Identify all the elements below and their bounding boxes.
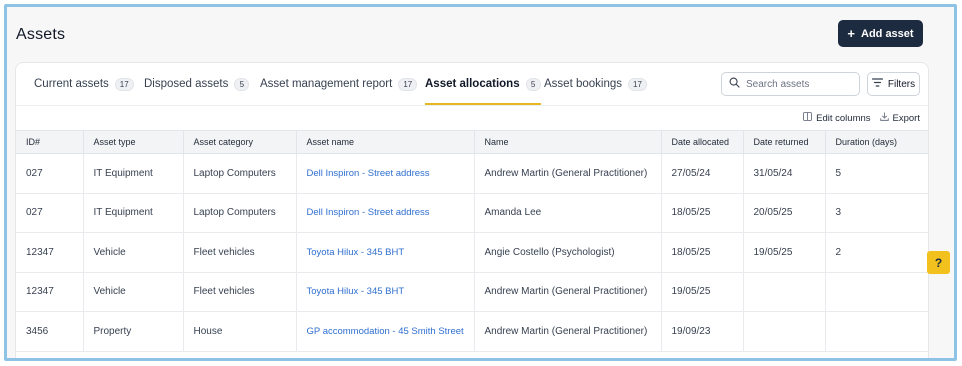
cell-date-allocated: 18/05/25 (661, 232, 744, 273)
cell-asset-category: Laptop Computers (183, 153, 297, 194)
tab-label: Disposed assets (144, 78, 229, 90)
edit-columns-label: Edit columns (816, 112, 871, 124)
column-header-name[interactable]: Name (474, 130, 662, 154)
asset-name-link[interactable]: Dell Inspiron - Street address (296, 193, 475, 233)
cell-date-returned: 31/05/24 (743, 153, 826, 194)
asset-name-link[interactable]: Toyota Hilux - 345 BHT (296, 232, 475, 273)
tab-asset-allocations[interactable]: Asset allocations 5 (425, 63, 541, 105)
cell-id: 12347 (16, 232, 84, 273)
cell-date-allocated: 27/05/24 (661, 153, 744, 194)
cell-name: Amanda Lee (474, 193, 662, 233)
download-icon (879, 112, 889, 124)
cell-name: Andrew Martin (General Practitioner) (474, 311, 662, 352)
cell-asset-category: Laptop Computers (183, 193, 297, 233)
export-button[interactable]: Export (879, 112, 920, 124)
table-row[interactable]: 12347 Vehicle Fleet vehicles Toyota Hilu… (16, 232, 928, 273)
cell-date-allocated: 18/05/25 (661, 193, 744, 233)
cell-date-returned (743, 272, 826, 312)
tab-label: Asset allocations (425, 78, 520, 90)
cell-asset-type: Vehicle (83, 232, 184, 273)
tab-label: Asset bookings (544, 78, 622, 90)
table-row[interactable]: 027 IT Equipment Laptop Computers Dell I… (16, 193, 928, 233)
cell-name: Angie Costello (Psychologist) (474, 232, 662, 273)
search-box[interactable] (721, 72, 860, 96)
tab-asset-bookings[interactable]: Asset bookings 17 (544, 63, 647, 105)
cell-date-returned: 19/05/25 (743, 232, 826, 273)
column-header-asset-name[interactable]: Asset name (296, 130, 475, 154)
app-window: Assets + Add asset Current assets 17 Dis… (4, 4, 957, 361)
tab-label: Asset management report (260, 78, 393, 90)
cell-asset-category: Fleet vehicles (183, 272, 297, 312)
column-header-date-returned[interactable]: Date returned (743, 130, 826, 154)
tab-current-assets[interactable]: Current assets 17 (34, 63, 134, 105)
cell-asset-category: Fleet vehicles (183, 232, 297, 273)
help-button[interactable]: ? (927, 251, 950, 274)
plus-icon: + (847, 26, 855, 41)
asset-name-link[interactable]: GP accommodation - 45 Smith Street (296, 311, 475, 352)
cell-asset-type: Property (83, 311, 184, 352)
tab-count-badge: 17 (114, 77, 134, 91)
filter-icon (871, 78, 883, 90)
column-header-id[interactable]: ID# (16, 130, 84, 154)
cell-duration: 5 (825, 153, 928, 194)
cell-asset-category: House (183, 311, 297, 352)
table-row[interactable]: 027 IT Equipment Laptop Computers Dell I… (16, 153, 928, 194)
cell-date-allocated: 19/09/23 (661, 311, 744, 352)
columns-icon (803, 112, 813, 124)
filters-button[interactable]: Filters (867, 72, 920, 96)
cell-date-returned (743, 311, 826, 352)
divider (16, 105, 928, 106)
tab-count-badge: 5 (234, 77, 250, 91)
table-toolbar: Edit columns Export (803, 112, 920, 124)
add-asset-button[interactable]: + Add asset (838, 20, 923, 47)
asset-name-link[interactable]: Toyota Hilux - 345 BHT (296, 272, 475, 312)
table-row[interactable]: 12347 Vehicle Fleet vehicles Toyota Hilu… (16, 272, 928, 312)
tab-count-badge: 17 (398, 77, 418, 91)
cell-duration (825, 311, 928, 352)
allocations-table: ID# Asset type Asset category Asset name… (16, 130, 928, 352)
cell-asset-type: IT Equipment (83, 153, 184, 194)
cell-date-returned: 20/05/25 (743, 193, 826, 233)
column-header-date-allocated[interactable]: Date allocated (661, 130, 744, 154)
tab-bar: Current assets 17 Disposed assets 5 Asse… (16, 63, 716, 105)
assets-card: Current assets 17 Disposed assets 5 Asse… (15, 62, 929, 358)
asset-name-link[interactable]: Dell Inspiron - Street address (296, 153, 475, 194)
cell-name: Andrew Martin (General Practitioner) (474, 153, 662, 194)
cell-asset-type: Vehicle (83, 272, 184, 312)
table-row[interactable]: 3456 Property House GP accommodation - 4… (16, 311, 928, 352)
search-icon (729, 75, 740, 93)
tab-count-badge: 5 (525, 77, 541, 91)
cell-name: Andrew Martin (General Practitioner) (474, 272, 662, 312)
table-header-row: ID# Asset type Asset category Asset name… (16, 130, 928, 154)
search-input[interactable] (746, 78, 856, 90)
export-label: Export (892, 112, 920, 124)
add-asset-label: Add asset (861, 27, 914, 40)
cell-id: 027 (16, 153, 84, 194)
cell-duration (825, 272, 928, 312)
filters-label: Filters (887, 78, 916, 90)
cell-date-allocated: 19/05/25 (661, 272, 744, 312)
page-title: Assets (16, 26, 66, 43)
cell-id: 3456 (16, 311, 84, 352)
tab-label: Current assets (34, 78, 109, 90)
tab-disposed-assets[interactable]: Disposed assets 5 (144, 63, 250, 105)
cell-id: 027 (16, 193, 84, 233)
cell-duration: 2 (825, 232, 928, 273)
cell-asset-type: IT Equipment (83, 193, 184, 233)
column-header-asset-type[interactable]: Asset type (83, 130, 184, 154)
column-header-duration[interactable]: Duration (days) (825, 130, 928, 154)
cell-duration: 3 (825, 193, 928, 233)
tab-count-badge: 17 (628, 77, 647, 91)
tab-asset-management-report[interactable]: Asset management report 17 (260, 63, 418, 105)
cell-id: 12347 (16, 272, 84, 312)
column-header-asset-category[interactable]: Asset category (183, 130, 297, 154)
edit-columns-button[interactable]: Edit columns (803, 112, 871, 124)
